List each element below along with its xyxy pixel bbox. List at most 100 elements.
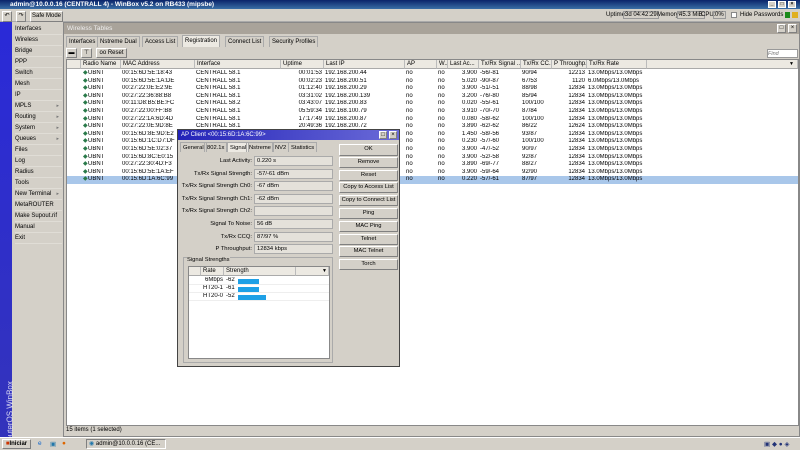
table-row[interactable]: ◆ UBNT 00:27:22:36:88:B8 CENTRALL 58.1 03:31…	[67, 93, 798, 101]
table-row[interactable]: ◆ UBNT 00:15:6D:5E:1A:DE CENTRALL 58.1 00:02…	[67, 78, 798, 86]
sidebar-item-log[interactable]: Log	[15, 156, 62, 167]
safe-mode-button[interactable]: Safe Mode	[30, 11, 63, 22]
sidebar-item-wireless[interactable]: Wireless	[15, 35, 62, 46]
table-row[interactable]: ◆ UBNT 00:27:22:1A:6D:4D CENTRALL 58.1 17:17…	[67, 116, 798, 124]
close-button[interactable]: ×	[389, 131, 397, 139]
table-row[interactable]: ◆ UBNT 00:27:22:00:FF:B8 CENTRALL 58.1 05:59…	[67, 108, 798, 116]
column-header[interactable]: Interface	[195, 60, 281, 69]
table-row[interactable]: ◆ UBNT 00:27:22:0E:E2:9E CENTRALL 58.1 01:12…	[67, 85, 798, 93]
column-header[interactable]: Tx/Rx Rate	[587, 60, 647, 69]
tab-access-list[interactable]: Access List	[142, 36, 179, 47]
tab-general[interactable]: General	[180, 142, 207, 152]
tab-nv2[interactable]: NV2	[272, 142, 290, 152]
sidebar-item-label: Queues	[15, 136, 37, 142]
sidebar-item-manual[interactable]: Manual	[15, 222, 62, 233]
sidebar-item-files[interactable]: Files	[15, 145, 62, 156]
column-header[interactable]: Tx/Rx Signal ...	[479, 60, 521, 69]
cell-tx-rx-rate: 13.0Mbps/13.0Mbps	[588, 100, 643, 107]
cell-p-throughp: 12834	[568, 153, 585, 160]
ie-icon[interactable]: e	[38, 440, 42, 447]
find-input[interactable]	[767, 49, 798, 58]
remove-button[interactable]: ▬	[66, 48, 77, 58]
close-button[interactable]: ×	[788, 24, 797, 33]
desktop-icon[interactable]: ▣	[50, 440, 56, 448]
sidebar-item-make-supout-rif[interactable]: Make Supout.rif	[15, 211, 62, 222]
cell-p-throughp: 12834	[568, 146, 585, 152]
redo-icon[interactable]: ↷	[16, 11, 26, 22]
minimize-button[interactable]: _	[768, 1, 776, 8]
column-header[interactable]: Tx/Rx CC...	[521, 60, 552, 69]
close-button[interactable]: ×	[788, 1, 796, 8]
cell-uptime: 01:12:40	[298, 85, 322, 92]
sidebar-item-mesh[interactable]: Mesh	[15, 79, 62, 90]
undo-icon[interactable]: ↶	[2, 11, 12, 22]
sidebar-item-switch[interactable]: Switch	[15, 68, 62, 79]
sidebar-item-tools[interactable]: Tools ▸	[15, 178, 62, 197]
column-header[interactable]: AP	[405, 60, 437, 69]
tab-8021x[interactable]: 802.1x	[204, 142, 228, 152]
firefox-icon[interactable]: ●	[62, 440, 66, 447]
cell-w: no	[438, 108, 445, 114]
tab-interfaces[interactable]: Interfaces	[66, 36, 99, 47]
sidebar-item-exit[interactable]: Exit	[15, 233, 62, 244]
column-header[interactable]: MAC Address	[121, 60, 195, 69]
restore-button[interactable]: □	[777, 24, 786, 33]
column-menu-icon[interactable]: ▼	[789, 61, 794, 67]
sidebar-item-ip[interactable]: IP ▸	[15, 90, 62, 109]
tab-nstreme[interactable]: Nstreme	[246, 142, 274, 152]
cell-last-ac: 3.890	[461, 161, 477, 168]
sidebar-item-bridge[interactable]: Bridge	[15, 46, 62, 57]
cell-tx-rx-signal: -58/-56	[480, 130, 500, 137]
sidebar-item-metarouter[interactable]: MetaROUTER	[15, 200, 62, 211]
brand-logo: RouterOS WinBox	[5, 381, 15, 447]
group-label: Signal Strengths	[187, 257, 230, 263]
column-menu-icon[interactable]: ▼	[322, 268, 327, 274]
start-button[interactable]: ■Iniciar	[2, 439, 31, 449]
mac-telnet-button[interactable]: MAC Telnet	[339, 246, 398, 258]
telnet-button[interactable]: Telnet	[339, 233, 398, 245]
taskbar-task-winbox[interactable]: ◉ admin@10.0.0.16 (CE...	[86, 439, 166, 449]
cell-uptime: 17:17:49	[298, 115, 322, 122]
copy-to-access-list-button[interactable]: Copy to Access List	[339, 182, 398, 194]
sidebar-item-interfaces[interactable]: Interfaces	[15, 24, 62, 35]
copy-to-connect-list-button[interactable]: Copy to Connect List	[339, 195, 398, 207]
ok-button[interactable]: OK	[339, 144, 398, 156]
column-header[interactable]: P Throughp...	[552, 60, 587, 69]
reset-button[interactable]: Reset	[339, 169, 398, 181]
column-header[interactable]: Radio Name	[81, 60, 121, 69]
tab-statistics[interactable]: Statistics	[288, 142, 318, 152]
table-row[interactable]: ◆ UBNT 00:15:6D:5E:18:43 CENTRALL 58.1 00:01…	[67, 70, 798, 78]
tab-nstreme-dual[interactable]: Nstreme Dual	[97, 36, 140, 47]
tab-connect-list[interactable]: Connect List	[225, 36, 265, 47]
reset-button[interactable]: oo Reset	[96, 48, 127, 58]
mac-ping-button[interactable]: MAC Ping	[339, 220, 398, 232]
sidebar-item-ppp[interactable]: PPP	[15, 57, 62, 68]
cell-mac-address: 00:15:6D:5E:18:43	[122, 70, 173, 76]
column-header[interactable]	[189, 267, 201, 276]
sidebar-item-queues[interactable]: Queues	[15, 134, 62, 145]
tab-security-profiles[interactable]: Security Profiles	[269, 36, 319, 47]
filter-icon[interactable]: ⊤	[81, 48, 92, 58]
sidebar-item-system[interactable]: System ▸	[15, 123, 62, 142]
restore-button[interactable]: □	[379, 131, 387, 139]
cell-tx-rx-cc: 86/22	[522, 123, 538, 130]
tab-registration[interactable]: Registration	[182, 35, 221, 47]
sidebar-item-routing[interactable]: Routing ▸	[15, 112, 62, 131]
column-header[interactable]: W...	[437, 60, 448, 69]
sidebar-item-radius[interactable]: Radius	[15, 167, 62, 178]
hide-passwords-checkbox[interactable]	[731, 12, 737, 18]
maximize-button[interactable]: □	[778, 1, 786, 8]
wireless-client-icon: ◆	[83, 123, 88, 130]
column-header[interactable]: Last Ac...	[448, 60, 479, 69]
sidebar-item-new-terminal[interactable]: New Terminal	[15, 189, 62, 200]
torch-button[interactable]: Torch	[339, 259, 398, 271]
column-header[interactable]: Last IP	[324, 60, 405, 69]
sidebar-item-mpls[interactable]: MPLS ▸	[15, 101, 62, 120]
sidebar-item-label: Interfaces	[15, 26, 42, 32]
column-header-rate[interactable]: Rate	[201, 267, 224, 276]
column-header[interactable]: Uptime	[281, 60, 324, 69]
ping-button[interactable]: Ping	[339, 208, 398, 219]
table-row[interactable]: ◆ UBNT 00:11:D8:B5:BE:FC CENTRALL 58.2 03:43…	[67, 100, 798, 108]
remove-button[interactable]: Remove	[339, 156, 398, 168]
column-header-strength[interactable]: Strength	[224, 267, 296, 276]
